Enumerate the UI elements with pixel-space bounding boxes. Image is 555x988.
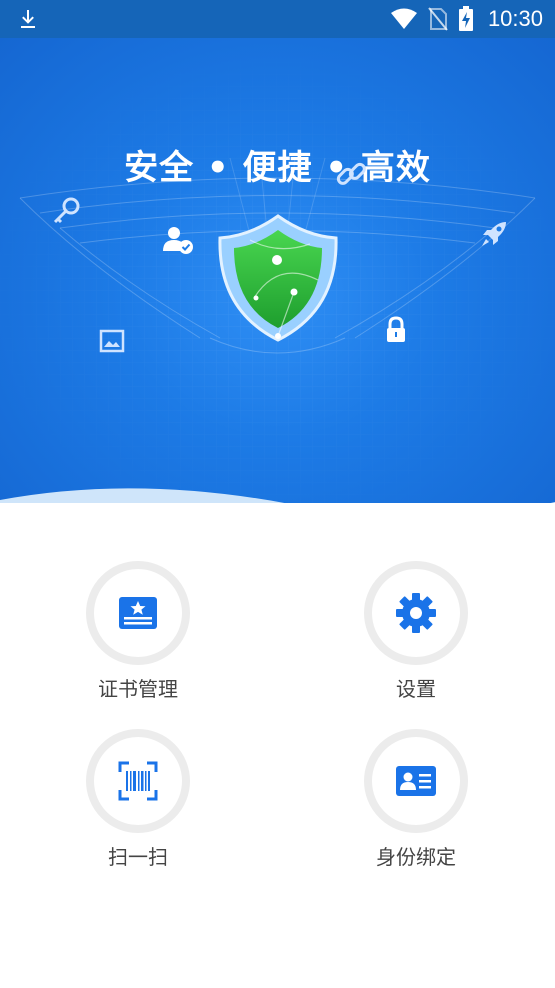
- barcode-scan-icon: [118, 761, 158, 801]
- gear-icon: [396, 593, 436, 633]
- key-icon: [53, 197, 80, 224]
- menu-item-label: 身份绑定: [376, 845, 456, 869]
- main-menu: 证书管理 设置 扫一扫 身份绑定: [0, 503, 555, 988]
- menu-item-identity-binding[interactable]: 身份绑定: [316, 729, 516, 870]
- menu-item-scan[interactable]: 扫一扫: [38, 729, 238, 870]
- id-card-icon: [396, 766, 436, 796]
- no-sim-icon: [428, 7, 448, 31]
- menu-item-label: 证书管理: [98, 677, 178, 701]
- lock-icon: [387, 316, 405, 342]
- hero-slogan: 安全 • 便捷 • 高效: [124, 148, 431, 188]
- hero-banner: 安全 • 便捷 • 高效: [0, 38, 555, 503]
- menu-circle: [364, 729, 468, 833]
- menu-circle: [86, 729, 190, 833]
- menu-item-certificate-management[interactable]: 证书管理: [38, 561, 238, 702]
- wifi-icon: [390, 8, 417, 29]
- battery-charging-icon: [458, 6, 473, 31]
- menu-circle: [86, 561, 190, 665]
- menu-item-label: 扫一扫: [108, 845, 168, 869]
- link-icon: [336, 162, 366, 185]
- shield-icon: [218, 214, 338, 342]
- hero-wave: [0, 488, 555, 503]
- status-bar: 10:30: [0, 0, 555, 38]
- menu-item-settings[interactable]: 设置: [316, 561, 516, 702]
- download-icon: [21, 10, 35, 28]
- picture-icon: [99, 329, 125, 353]
- status-time: 10:30: [487, 6, 543, 31]
- menu-circle: [364, 561, 468, 665]
- rocket-icon: [482, 222, 506, 246]
- menu-item-label: 设置: [396, 677, 436, 701]
- user-verified-icon: [163, 227, 193, 254]
- certificate-icon: [119, 597, 157, 629]
